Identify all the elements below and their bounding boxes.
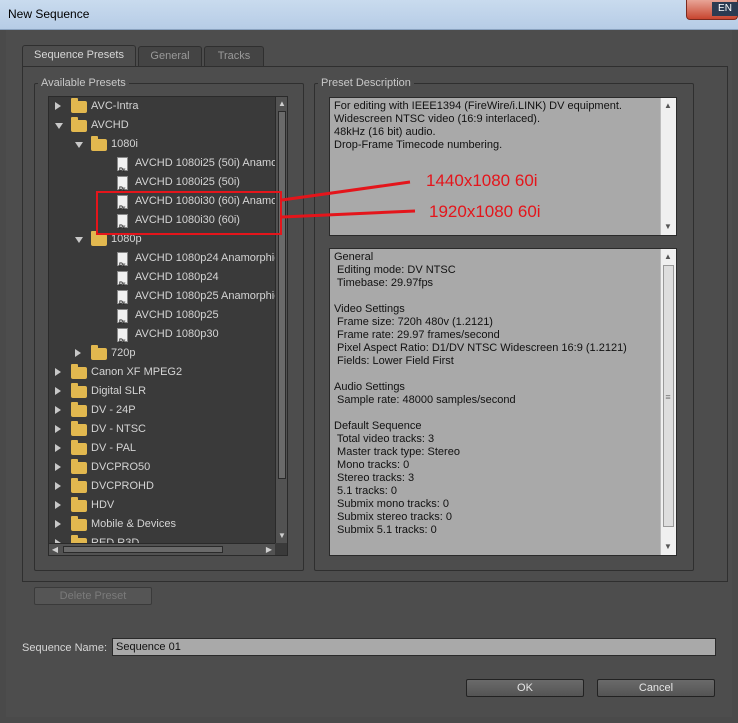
annotation-line-2 [281, 209, 416, 219]
cancel-button[interactable]: Cancel [597, 679, 715, 697]
annotation-label-2: 1920x1080 60i [429, 202, 541, 221]
delete-preset-button[interactable]: Delete Preset [34, 587, 152, 605]
ok-button[interactable]: OK [466, 679, 584, 697]
annotation-line-1 [281, 180, 411, 202]
sequence-name-label: Sequence Name: [22, 642, 107, 654]
sequence-name-input[interactable]: Sequence 01 [112, 638, 716, 656]
annotation-lines [281, 180, 416, 219]
annotation-label-1: 1440x1080 60i [426, 171, 538, 190]
